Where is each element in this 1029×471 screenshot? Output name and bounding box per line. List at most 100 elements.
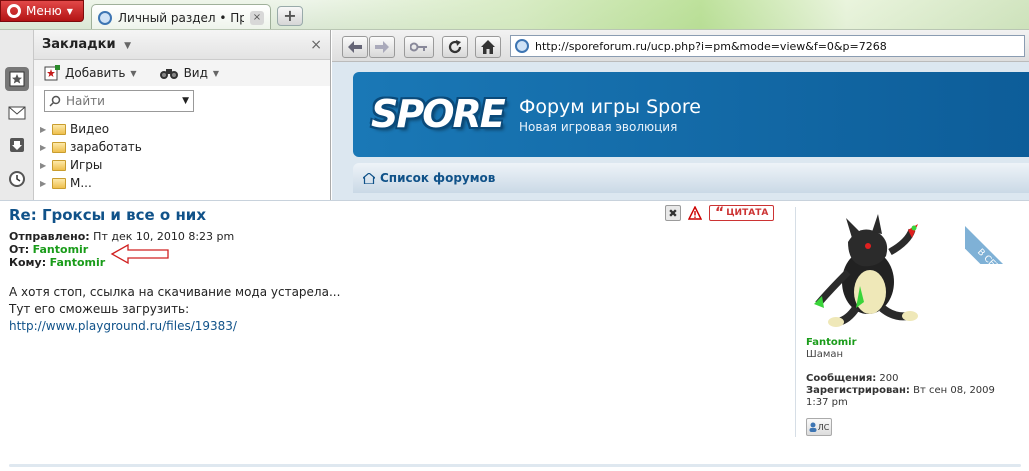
chevron-down-icon: ▼ bbox=[124, 41, 132, 51]
bookmarks-header: Закладки ▼ × bbox=[34, 30, 330, 60]
wand-key-button[interactable] bbox=[404, 36, 434, 58]
expand-triangle-icon[interactable]: ▶ bbox=[40, 143, 48, 152]
home-icon bbox=[481, 40, 495, 54]
online-label: В СЕТИ bbox=[965, 218, 1029, 264]
breadcrumb-forum-index-link[interactable]: Список форумов bbox=[380, 171, 495, 185]
posts-row: Сообщения: 200 bbox=[806, 373, 995, 385]
site-title: Форум игры Spore bbox=[519, 96, 701, 118]
post-separator bbox=[9, 464, 1021, 467]
profile-rank: Шаман bbox=[806, 349, 844, 360]
user-avatar[interactable] bbox=[808, 212, 928, 328]
posts-value: 200 bbox=[879, 373, 899, 384]
site-subtitle: Новая игровая эволюция bbox=[519, 120, 678, 134]
post-title[interactable]: Re: Гроксы и все о них bbox=[9, 206, 206, 224]
back-button[interactable] bbox=[342, 36, 368, 58]
bookmarks-tree: ▶ Видео ▶ заработать ▶ Игры ▶ М... bbox=[34, 120, 330, 192]
tab-close-icon[interactable]: × bbox=[250, 10, 264, 25]
mail-icon[interactable] bbox=[5, 101, 29, 125]
chevron-down-icon: ▼ bbox=[66, 6, 73, 16]
profile-divider bbox=[795, 207, 796, 437]
key-icon bbox=[410, 42, 427, 52]
from-user-link[interactable]: Fantomir bbox=[33, 243, 89, 256]
quote-button[interactable]: “ ЦИТАТА bbox=[709, 205, 775, 221]
report-icon[interactable] bbox=[687, 205, 703, 221]
folder-icon bbox=[52, 159, 66, 171]
registered-value: Вт сен 08, 2009 bbox=[913, 385, 995, 396]
bookmark-folder[interactable]: ▶ заработать bbox=[40, 138, 330, 156]
menu-label: Меню bbox=[26, 4, 62, 18]
folder-label: Видео bbox=[70, 122, 110, 136]
address-bar[interactable] bbox=[510, 35, 1025, 57]
from-label: От: bbox=[9, 243, 30, 256]
panel-selector-strip bbox=[0, 30, 34, 200]
registered-row: Зарегистрирован: Вт сен 08, 2009 bbox=[806, 385, 995, 397]
profile-username[interactable]: Fantomir bbox=[806, 337, 857, 348]
folder-label: заработать bbox=[70, 140, 142, 154]
site-header: SPORE Форум игры Spore Новая игровая эво… bbox=[353, 72, 1029, 157]
tabbar-decoration bbox=[300, 0, 1029, 29]
registered-label: Зарегистрирован: bbox=[806, 385, 910, 396]
folder-label: Игры bbox=[70, 158, 103, 172]
downloads-icon[interactable] bbox=[5, 133, 29, 157]
reload-icon bbox=[448, 40, 462, 54]
chevron-down-icon: ▼ bbox=[130, 68, 137, 78]
bookmarks-panel: Закладки ▼ × Добавить ▼ Вид ▼ ▼ ▶ Видео … bbox=[34, 30, 331, 200]
chevron-down-icon[interactable]: ▼ bbox=[182, 96, 189, 106]
folder-label: М... bbox=[70, 176, 92, 190]
folder-icon bbox=[52, 123, 66, 135]
send-pm-button[interactable]: ЛС bbox=[806, 418, 832, 436]
bookmarks-panel-icon[interactable] bbox=[5, 67, 29, 91]
opera-menu-button[interactable]: Меню ▼ bbox=[0, 0, 84, 22]
online-ribbon: В СЕТИ bbox=[965, 200, 1029, 264]
expand-triangle-icon[interactable]: ▶ bbox=[40, 161, 48, 170]
bookmarks-title-wrap[interactable]: Закладки ▼ bbox=[42, 37, 310, 52]
globe-icon bbox=[515, 39, 529, 53]
annotation-arrow-icon bbox=[110, 243, 169, 265]
arrow-left-icon bbox=[348, 41, 362, 53]
bookmarks-title: Закладки bbox=[42, 37, 116, 52]
search-icon bbox=[49, 95, 61, 107]
arrow-right-icon bbox=[375, 41, 389, 53]
download-link[interactable]: http://www.playground.ru/files/19383/ bbox=[9, 318, 340, 335]
navigation-bar bbox=[332, 30, 1029, 62]
body-line: Тут его сможешь загрузить: bbox=[9, 302, 190, 316]
sent-label: Отправлено: bbox=[9, 230, 90, 243]
sent-value: Пт дек 10, 2010 8:23 pm bbox=[93, 230, 235, 243]
home-button[interactable] bbox=[475, 36, 501, 58]
bookmarks-search-input[interactable] bbox=[66, 94, 178, 108]
quote-label: ЦИТАТА bbox=[726, 208, 769, 218]
history-clock-icon[interactable] bbox=[5, 167, 29, 191]
delete-icon[interactable]: ✖ bbox=[665, 205, 681, 221]
profile-stats: Сообщения: 200 Зарегистрирован: Вт сен 0… bbox=[806, 373, 995, 409]
add-bookmark-button[interactable]: Добавить ▼ bbox=[44, 65, 137, 81]
breadcrumb: Список форумов bbox=[353, 163, 1029, 193]
home-icon bbox=[363, 172, 375, 184]
expand-triangle-icon[interactable]: ▶ bbox=[40, 179, 48, 188]
logo-text: SPORE bbox=[371, 92, 506, 136]
post-body: А хотя стоп, ссылка на скачивание мода у… bbox=[9, 284, 340, 335]
tab-title: Личный раздел • Про... bbox=[118, 10, 244, 25]
close-icon[interactable]: × bbox=[310, 37, 322, 53]
post-actions: ✖ “ ЦИТАТА bbox=[665, 205, 775, 221]
view-button[interactable]: Вид ▼ bbox=[159, 66, 219, 80]
chevron-down-icon: ▼ bbox=[212, 68, 220, 78]
bookmark-folder[interactable]: ▶ Игры bbox=[40, 156, 330, 174]
binoculars-icon bbox=[159, 69, 178, 79]
forward-button[interactable] bbox=[369, 36, 395, 58]
browser-tab-bar: Меню ▼ Личный раздел • Про... × + bbox=[0, 0, 1029, 30]
reload-button[interactable] bbox=[442, 36, 468, 58]
browser-tab-active[interactable]: Личный раздел • Про... × bbox=[91, 4, 271, 29]
to-user-link[interactable]: Fantomir bbox=[50, 256, 106, 269]
bookmark-add-icon bbox=[44, 65, 60, 81]
bookmarks-toolbar: Добавить ▼ Вид ▼ bbox=[34, 60, 330, 86]
add-bookmark-label: Добавить bbox=[65, 66, 126, 80]
new-tab-button[interactable]: + bbox=[277, 6, 303, 26]
expand-triangle-icon[interactable]: ▶ bbox=[40, 125, 48, 134]
opera-logo-icon bbox=[7, 4, 21, 18]
spore-logo[interactable]: SPORE bbox=[371, 92, 506, 136]
address-input[interactable] bbox=[535, 39, 1015, 53]
sent-row: Отправлено: Пт дек 10, 2010 8:23 pm bbox=[9, 230, 234, 243]
bookmark-folder[interactable]: ▶ Видео bbox=[40, 120, 330, 138]
bookmarks-search[interactable]: ▼ bbox=[44, 90, 194, 112]
bookmark-folder[interactable]: ▶ М... bbox=[40, 174, 330, 192]
